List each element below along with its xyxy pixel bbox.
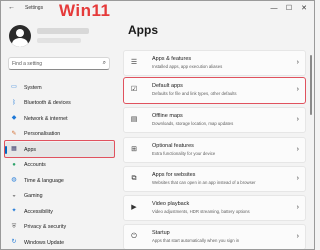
avatar-body-shape [12,38,28,47]
search-input[interactable] [12,59,94,68]
scrollbar[interactable] [310,55,312,115]
list-icon: ☰ [130,59,138,66]
chevron-right-icon: › [296,204,299,211]
card-description: Downloads, storage location, map updates [152,121,234,126]
chevron-right-icon: › [296,59,299,66]
page-title: Apps [128,23,158,37]
sidebar-item-label: Windows Update [24,239,65,246]
person-icon: ● [12,161,16,168]
card-title: Offline maps [152,113,183,119]
account-name-blurred [37,28,89,34]
card-startup[interactable]: ⏻ Startup Apps that start automatically … [123,224,306,249]
globe-clock-icon: ◍ [11,177,17,183]
sidebar-item-network[interactable]: ◆ Network & internet [5,111,115,127]
card-apps-for-websites[interactable]: ⧉ Apps for websites Websites that can op… [123,166,306,192]
app-title: Settings [25,5,44,11]
chevron-right-icon: › [296,175,299,182]
close-button[interactable]: ✕ [297,4,311,13]
card-description: Extra functionality for your device [152,151,216,156]
card-video-playback[interactable]: ▶ Video playback Video adjustments, HDR … [123,195,306,221]
check-list-icon: ☑ [130,86,138,93]
refresh-icon: ↻ [11,239,17,245]
sidebar-item-label: Privacy & security [24,224,67,230]
sidebar-item-system[interactable]: ▭ System [5,80,115,96]
title-bar: ← Settings Win11 — ☐ ✕ [1,1,314,20]
sidebar-item-accessibility[interactable]: ✦ Accessibility [5,204,115,220]
card-title: Default apps [152,83,183,89]
sidebar-item-accounts[interactable]: ● Accounts [5,158,115,174]
sidebar-nav: ▭ System ᛒ Bluetooth & devices ◆ Network… [5,80,115,249]
link-window-icon: ⧉ [131,175,137,182]
card-default-apps[interactable]: ☑ Default apps Defaults for file and lin… [123,77,306,104]
sidebar-item-label: Bluetooth & devices [24,100,71,106]
sidebar-item-gaming[interactable]: ◒ Gaming [5,189,115,205]
card-title: Startup [152,230,170,236]
avatar[interactable] [9,25,31,47]
sidebar-item-windows-update[interactable]: ↻ Windows Update [5,235,115,249]
sidebar-item-label: Accessibility [24,208,53,215]
video-icon: ▶ [131,204,137,211]
sidebar-item-label: Accounts [24,162,46,168]
card-offline-maps[interactable]: ▤ Offline maps Downloads, storage locati… [123,107,306,133]
map-icon: ▤ [130,116,138,123]
card-description: Installed apps, app execution aliases [152,64,223,69]
sidebar-item-label: Personalisation [24,131,61,137]
card-title: Video playback [152,201,190,207]
avatar-head-shape [16,29,24,37]
gamepad-icon: ◒ [12,192,16,199]
brush-icon: ✎ [11,130,17,137]
sidebar-item-label: Gaming [24,193,43,199]
sidebar-item-label: System [24,84,42,91]
chevron-right-icon: › [296,233,299,240]
card-description: Video adjustments, HDR streaming, batter… [152,209,250,214]
card-description: Apps that start automatically when you s… [152,238,240,243]
accessibility-icon: ✦ [11,208,17,214]
search-icon[interactable]: ⌕ [103,59,106,68]
settings-window: ← Settings Win11 — ☐ ✕ ⌕ ▭ System ᛒ Blue… [0,0,315,250]
back-arrow-icon[interactable]: ← [8,4,15,12]
grid-plus-icon: ⊞ [131,146,137,153]
card-title: Optional features [152,143,194,149]
card-title: Apps for websites [152,172,196,178]
card-apps-features[interactable]: ☰ Apps & features Installed apps, app ex… [123,50,306,76]
sidebar-item-bluetooth[interactable]: ᛒ Bluetooth & devices [5,96,115,112]
sidebar-item-label: Network & internet [24,115,68,122]
card-description: Defaults for file and link types, other … [152,91,237,96]
monitor-icon: ▭ [11,84,17,90]
account-email-blurred [37,38,81,43]
minimize-button[interactable]: — [267,4,281,13]
maximize-button[interactable]: ☐ [282,4,296,13]
apps-highlight-box [4,140,115,158]
chevron-right-icon: › [296,86,299,93]
card-optional-features[interactable]: ⊞ Optional features Extra functionality … [123,137,306,163]
card-title: Apps & features [152,56,192,62]
sidebar-item-label: Time & language [24,177,64,184]
bluetooth-icon: ᛒ [12,99,16,106]
search-box[interactable]: ⌕ [8,57,110,70]
chevron-right-icon: › [296,116,299,123]
chevron-right-icon: › [296,146,299,153]
startup-icon: ⏻ [131,233,137,240]
sidebar-item-privacy[interactable]: ⛨ Privacy & security [5,220,115,236]
shield-icon: ⛨ [11,223,17,230]
wifi-icon: ◆ [11,115,17,121]
sidebar-item-time-language[interactable]: ◍ Time & language [5,173,115,189]
watermark-label: Win11 [59,1,111,20]
card-description: Websites that can open in an app instead… [152,180,256,185]
